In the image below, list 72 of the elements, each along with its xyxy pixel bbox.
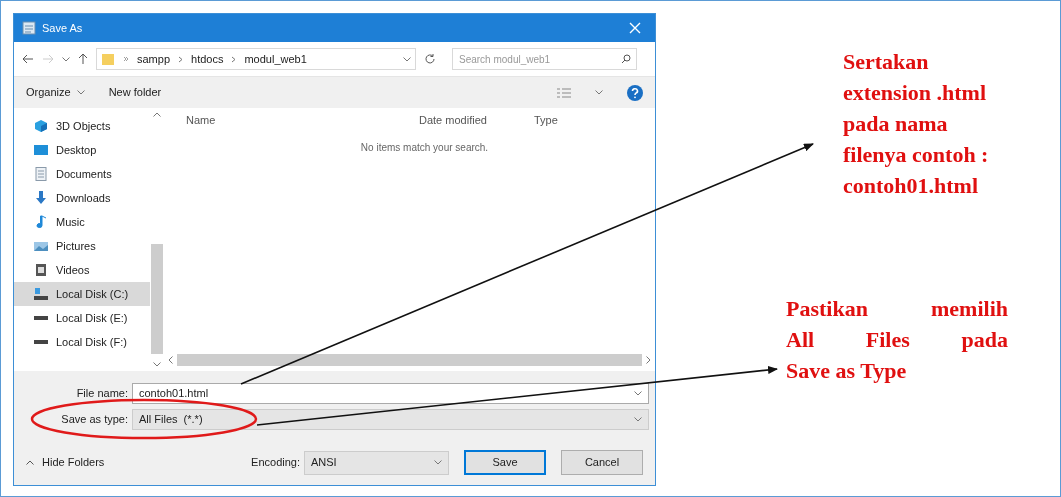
- system-disk-icon: [34, 287, 48, 301]
- caret-icon: [62, 56, 70, 62]
- caret-right-icon: [646, 356, 651, 364]
- sidebar-item[interactable]: Desktop: [14, 138, 150, 162]
- cancel-button[interactable]: Cancel: [561, 450, 643, 475]
- caret-icon: [434, 460, 442, 465]
- annotation-line: extension .html: [843, 79, 987, 107]
- sidebar-item[interactable]: 3D Objects: [14, 114, 150, 138]
- picture-icon: [34, 239, 48, 253]
- sidebar-item[interactable]: Local Disk (F:): [14, 330, 150, 354]
- new-folder-button[interactable]: New folder: [108, 84, 162, 101]
- caret-up-icon: [153, 112, 161, 117]
- disk-drive-icon: [34, 340, 48, 344]
- sidebar-item[interactable]: Documents: [14, 162, 150, 186]
- sidebar-item[interactable]: Music: [14, 210, 150, 234]
- address-bar[interactable]: sampp htdocs modul_web1: [96, 48, 416, 70]
- window-title: Save As: [42, 20, 83, 36]
- caret-icon: [153, 362, 161, 367]
- back-arrow-icon[interactable]: [22, 54, 34, 64]
- desktop-icon: [34, 143, 48, 157]
- up-arrow-icon[interactable]: [78, 53, 88, 65]
- save-type-label: Save as type:: [60, 412, 129, 428]
- annotation-line: contoh01.html: [843, 172, 980, 200]
- close-icon: [629, 22, 641, 34]
- column-header[interactable]: Type: [534, 111, 558, 129]
- document-icon: [34, 167, 48, 181]
- caret-icon: [634, 391, 642, 396]
- search-field[interactable]: Search modul_web1: [452, 48, 637, 70]
- encoding-dropdown[interactable]: ANSI: [304, 450, 449, 475]
- folder-icon: [101, 52, 115, 66]
- music-note-icon: [34, 215, 48, 229]
- organize-button[interactable]: Organize: [26, 84, 85, 101]
- annotation-line: pada nama: [843, 110, 949, 138]
- annotation-line: Pastikan memilih: [786, 295, 1008, 323]
- caret-icon: [76, 90, 85, 95]
- caret-icon: [595, 90, 603, 95]
- path-segment[interactable]: modul_web1: [244, 50, 307, 68]
- annotation-line: Sertakan: [843, 48, 930, 76]
- help-icon[interactable]: [627, 84, 643, 101]
- film-icon: [34, 263, 48, 277]
- search-icon: [621, 54, 631, 64]
- sidebar-item[interactable]: Pictures: [14, 234, 150, 258]
- empty-message: No items match your search.: [360, 141, 489, 155]
- hide-folders-button[interactable]: Hide Folders: [26, 454, 105, 471]
- chevron-icon: [178, 55, 184, 63]
- save-type-dropdown[interactable]: All Files (*.*): [132, 409, 649, 430]
- caret-left-icon: [168, 356, 173, 364]
- annotation-line: All Files pada: [786, 326, 1008, 354]
- sidebar-item[interactable]: Videos: [14, 258, 150, 282]
- column-header[interactable]: Name: [164, 111, 419, 129]
- caret-icon: [403, 56, 411, 62]
- file-name-field[interactable]: contoh01.html: [132, 383, 649, 404]
- path-segment[interactable]: htdocs: [191, 50, 224, 68]
- annotation-line: filenya contoh :: [843, 141, 990, 169]
- column-header[interactable]: Date modified: [419, 111, 534, 129]
- notepad-icon: [22, 21, 36, 35]
- cube-icon: [34, 119, 48, 133]
- download-arrow-icon: [34, 191, 48, 205]
- encoding-label: Encoding:: [251, 455, 300, 471]
- chevron-icon: [231, 55, 237, 63]
- save-button[interactable]: Save: [464, 450, 546, 475]
- annotation-line: Save as Type: [786, 357, 908, 385]
- path-segment[interactable]: sampp: [137, 50, 171, 68]
- chevron-icon: [123, 56, 129, 62]
- sidebar-item[interactable]: Local Disk (C:): [14, 282, 150, 306]
- file-name-label: File name:: [75, 386, 129, 402]
- sidebar-item[interactable]: Downloads: [14, 186, 150, 210]
- caret-icon: [634, 417, 642, 422]
- sidebar-item[interactable]: Local Disk (E:): [14, 306, 150, 330]
- refresh-icon[interactable]: [424, 53, 436, 65]
- disk-drive-icon: [34, 316, 48, 320]
- caret-up-icon: [26, 460, 34, 465]
